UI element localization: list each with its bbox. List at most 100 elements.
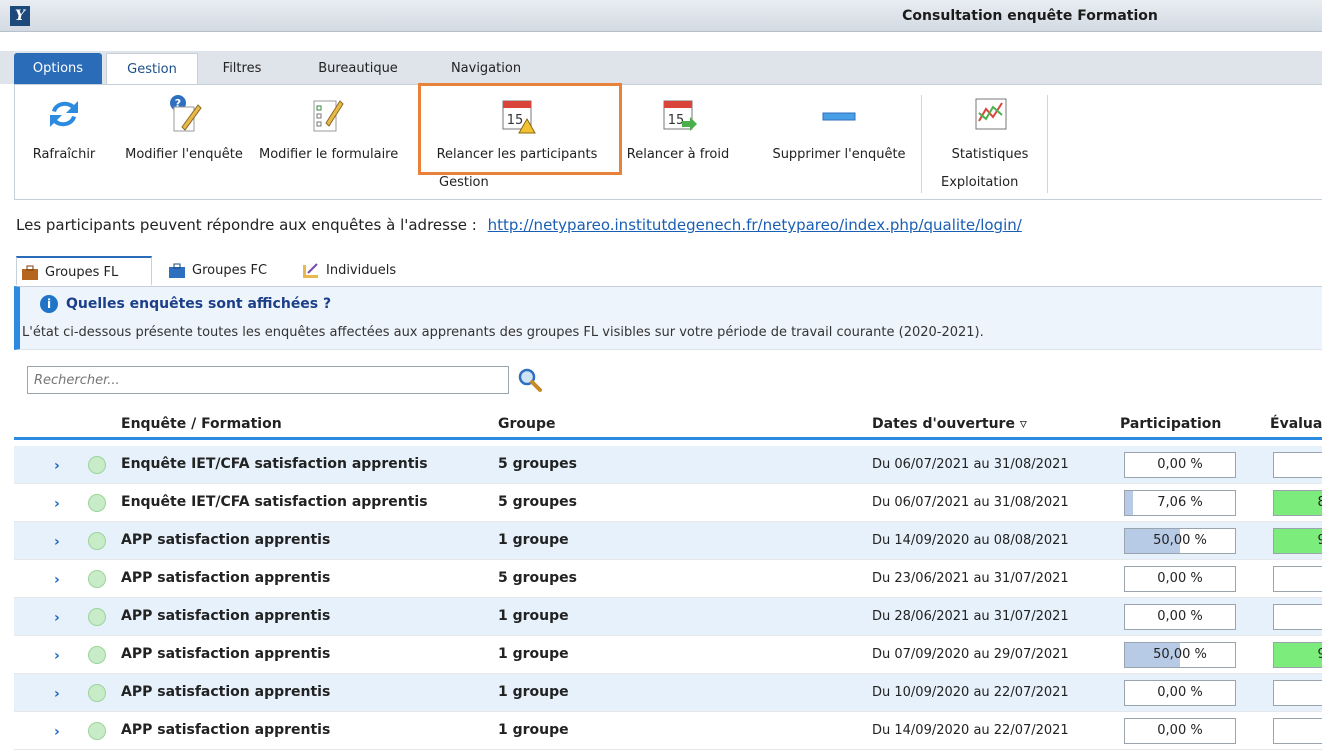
status-dot-icon	[88, 456, 106, 474]
table-row[interactable]: › APP satisfaction apprentis 1 groupe Du 07…	[14, 636, 1322, 674]
address-link[interactable]: http://netypareo.institutdegenech.fr/net…	[488, 216, 1022, 234]
participation-bar: 0,00 %	[1124, 452, 1236, 478]
participation-value: 0,00 %	[1157, 609, 1203, 624]
evaluation-cell: 0,	[1273, 566, 1322, 592]
participation-value: 50,00 %	[1153, 647, 1207, 662]
open-dates: Du 07/09/2020 au 29/07/2021	[872, 647, 1069, 662]
group-count: 5 groupes	[498, 494, 577, 510]
tab-options[interactable]: Options	[14, 53, 102, 84]
expand-chevron-icon[interactable]: ›	[54, 686, 60, 702]
statistics-chart-icon	[975, 98, 1007, 130]
tab-individuels-label: Individuels	[326, 263, 397, 278]
info-icon: i	[40, 295, 58, 313]
expand-chevron-icon[interactable]: ›	[54, 724, 60, 740]
evaluation-value: 89	[1317, 495, 1322, 510]
participation-bar: 7,06 %	[1124, 490, 1236, 516]
refresh-label: Rafraîchir	[32, 147, 96, 162]
table-row[interactable]: › APP satisfaction apprentis 1 groupe Du 28…	[14, 598, 1322, 636]
search-input[interactable]	[27, 366, 509, 394]
remind-cold-button[interactable]: 15 Relancer à froid	[625, 93, 731, 173]
edit-survey-label: Modifier l'enquête	[125, 147, 243, 162]
tab-groupes-fl-label: Groupes FL	[45, 265, 119, 280]
survey-name: Enquête IET/CFA satisfaction apprentis	[121, 456, 428, 472]
title-bar: Y Consultation enquête Formation	[0, 0, 1322, 32]
tab-navigation[interactable]: Navigation	[436, 53, 536, 84]
expand-chevron-icon[interactable]: ›	[54, 648, 60, 664]
participation-bar: 0,00 %	[1124, 566, 1236, 592]
expand-chevron-icon[interactable]: ›	[54, 496, 60, 512]
evaluation-cell: 0,	[1273, 452, 1322, 478]
tab-filtres[interactable]: Filtres	[210, 53, 274, 84]
status-dot-icon	[88, 494, 106, 512]
participation-bar: 50,00 %	[1124, 528, 1236, 554]
participation-value: 0,00 %	[1157, 457, 1203, 472]
info-text: L'état ci-dessous présente toutes les en…	[22, 325, 984, 340]
tab-groupes-fl[interactable]: Groupes FL	[16, 256, 152, 286]
survey-name: APP satisfaction apprentis	[121, 684, 331, 700]
info-title-text: Quelles enquêtes sont affichées ?	[66, 296, 332, 312]
survey-name: APP satisfaction apprentis	[121, 608, 331, 624]
expand-chevron-icon[interactable]: ›	[54, 610, 60, 626]
refresh-icon	[50, 101, 78, 127]
column-header-name[interactable]: Enquête / Formation	[121, 416, 282, 432]
app-window: Y Consultation enquête Formation Options…	[0, 0, 1322, 756]
evaluation-cell: 93	[1273, 528, 1322, 554]
table-row[interactable]: › Enquête IET/CFA satisfaction apprentis 5…	[14, 484, 1322, 522]
calendar-arrow-icon: 15	[663, 100, 697, 131]
expand-chevron-icon[interactable]: ›	[54, 534, 60, 550]
table-row[interactable]: › APP satisfaction apprentis 5 groupes Du 2…	[14, 560, 1322, 598]
edit-survey-icon: ?	[170, 95, 202, 132]
group-count: 5 groupes	[498, 570, 577, 586]
tab-gestion[interactable]: Gestion	[106, 53, 198, 84]
edit-survey-button[interactable]: ? Modifier l'enquête	[113, 93, 255, 173]
table-header: Enquête / Formation Groupe Dates d'ouver…	[14, 408, 1322, 440]
expand-chevron-icon[interactable]: ›	[54, 458, 60, 474]
column-header-evaluation[interactable]: Évalua	[1270, 416, 1322, 432]
survey-name: APP satisfaction apprentis	[121, 646, 331, 662]
minus-icon	[822, 112, 856, 121]
tab-bureautique[interactable]: Bureautique	[300, 53, 416, 84]
group-count: 1 groupe	[498, 722, 569, 738]
column-header-participation[interactable]: Participation	[1120, 416, 1221, 432]
ruler-icon	[303, 262, 318, 278]
open-dates: Du 10/09/2020 au 22/07/2021	[872, 685, 1069, 700]
survey-name: APP satisfaction apprentis	[121, 570, 331, 586]
refresh-button[interactable]: Rafraîchir	[19, 93, 109, 173]
evaluation-value: 93	[1317, 647, 1322, 662]
search-icon[interactable]	[516, 366, 544, 394]
delete-survey-button[interactable]: Supprimer l'enquête	[761, 93, 917, 173]
briefcase-icon	[22, 265, 38, 280]
open-dates: Du 28/06/2021 au 31/07/2021	[872, 609, 1069, 624]
table-row[interactable]: › APP satisfaction apprentis 1 groupe Du 14…	[14, 522, 1322, 560]
tab-groupes-fc[interactable]: Groupes FC	[164, 256, 292, 286]
status-dot-icon	[88, 684, 106, 702]
expand-chevron-icon[interactable]: ›	[54, 572, 60, 588]
status-dot-icon	[88, 722, 106, 740]
open-dates: Du 23/06/2021 au 31/07/2021	[872, 571, 1069, 586]
group-count: 1 groupe	[498, 684, 569, 700]
status-dot-icon	[88, 646, 106, 664]
group-count: 1 groupe	[498, 532, 569, 548]
edit-form-label: Modifier le formulaire	[259, 147, 399, 162]
survey-name: Enquête IET/CFA satisfaction apprentis	[121, 494, 428, 510]
participation-bar: 0,00 %	[1124, 718, 1236, 744]
edit-form-icon	[313, 100, 344, 132]
table-row[interactable]: › APP satisfaction apprentis 1 groupe Du 14…	[14, 712, 1322, 750]
group-count: 5 groupes	[498, 456, 577, 472]
table-row[interactable]: › APP satisfaction apprentis 1 groupe Du 10…	[14, 674, 1322, 712]
statistics-button[interactable]: Statistiques	[937, 93, 1043, 173]
address-label: Les participants peuvent répondre aux en…	[16, 216, 477, 234]
evaluation-cell: 0,	[1273, 604, 1322, 630]
participation-bar: 0,00 %	[1124, 680, 1236, 706]
remind-cold-label: Relancer à froid	[626, 147, 730, 162]
group-label-exploitation: Exploitation	[941, 175, 1019, 190]
column-header-group[interactable]: Groupe	[498, 416, 556, 432]
participation-value: 0,00 %	[1157, 571, 1203, 586]
participation-bar: 0,00 %	[1124, 604, 1236, 630]
tab-individuels[interactable]: Individuels	[298, 256, 428, 286]
evaluation-cell: 0,	[1273, 718, 1322, 744]
edit-form-button[interactable]: Modifier le formulaire	[259, 93, 399, 173]
participation-value: 0,00 %	[1157, 685, 1203, 700]
table-row[interactable]: › Enquête IET/CFA satisfaction apprentis 5…	[14, 446, 1322, 484]
column-header-dates[interactable]: Dates d'ouverture ▿	[872, 416, 1027, 432]
